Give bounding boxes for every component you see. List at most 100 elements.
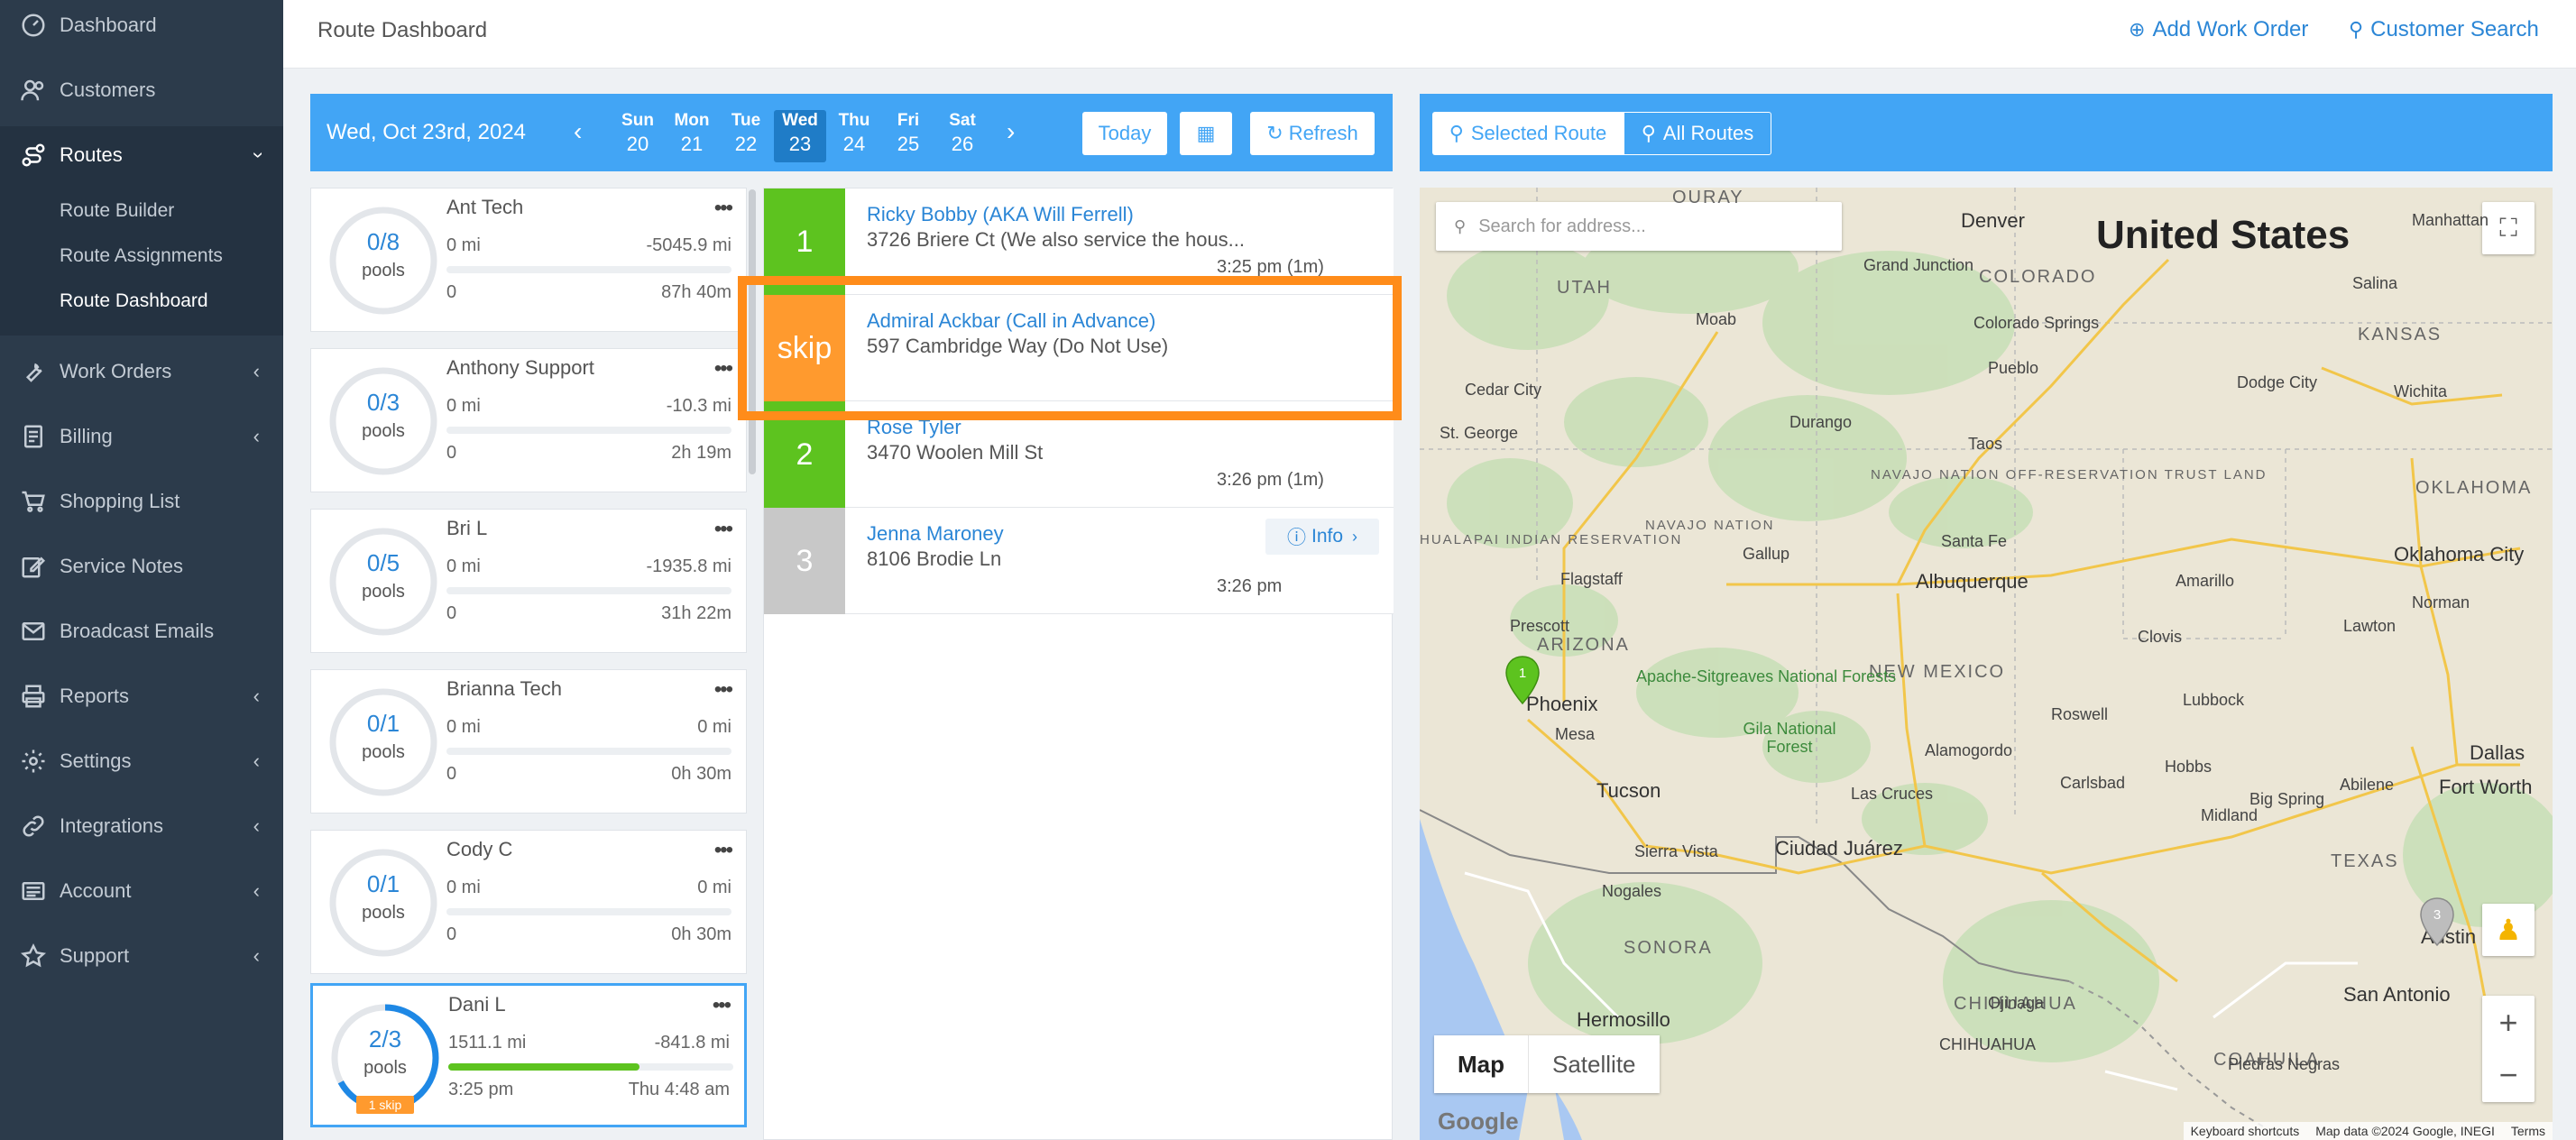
calendar-button[interactable]: ▦ (1180, 112, 1232, 155)
start-time: 0 (446, 924, 457, 944)
add-work-order-label: Add Work Order (2152, 17, 2309, 41)
map-type-map-button[interactable]: Map (1434, 1035, 1528, 1093)
today-button[interactable]: Today (1082, 112, 1167, 155)
start-time: 0 (446, 764, 457, 784)
map-label: Big Spring (2249, 790, 2325, 808)
map-label: OURAY (1672, 188, 1744, 207)
map-label: Sierra Vista (1634, 842, 1718, 860)
sidebar-item-integrations[interactable]: Integrations ‹ (0, 797, 283, 855)
sidebar-item-settings[interactable]: Settings ‹ (0, 732, 283, 790)
more-options-icon[interactable]: ••• (714, 196, 733, 221)
tab-label: All Routes (1662, 122, 1754, 144)
day-wed[interactable]: Wed 23 (774, 110, 826, 162)
tab-all-routes[interactable]: ⚲ All Routes (1624, 112, 1771, 155)
sidebar-item-support[interactable]: Support ‹ (0, 927, 283, 985)
stop-row[interactable]: 1 Ricky Bobby (AKA Will Ferrell) 3726 Br… (764, 188, 1394, 295)
customer-search-link[interactable]: ⚲ Customer Search (2349, 17, 2539, 42)
map-label: ARIZONA (1537, 635, 1630, 655)
more-options-icon[interactable]: ••• (714, 677, 733, 703)
day-tue[interactable]: Tue 22 (720, 110, 772, 162)
day-fri[interactable]: Fri 25 (882, 110, 934, 162)
day-sun[interactable]: Sun 20 (612, 110, 664, 162)
map-label: Amarillo (2176, 572, 2235, 590)
sidebar-item-broadcast-emails[interactable]: Broadcast Emails (0, 602, 283, 660)
map-search-input[interactable]: ⚲ Search for address... (1436, 202, 1842, 251)
tech-list-scrollbar[interactable] (749, 189, 756, 474)
current-date: Wed, Oct 23rd, 2024 (327, 120, 527, 144)
prev-week-arrow-icon[interactable]: ‹ (574, 117, 582, 146)
map-label: Ciudad Juárez (1775, 837, 1903, 860)
day-sat[interactable]: Sat 26 (936, 110, 989, 162)
tech-card-anthony-support[interactable]: 0/3 pools Anthony Support ••• 0 mi -10.3… (310, 348, 747, 492)
map-label: Taos (1968, 435, 2003, 453)
route-map[interactable]: ⚲ Search for address... United States ⛶ … (1420, 188, 2553, 1140)
stop-time: 3:26 pm (1217, 576, 1283, 596)
map-label: Nogales (1602, 882, 1662, 900)
tab-selected-route[interactable]: ⚲ Selected Route (1432, 112, 1624, 155)
more-options-icon[interactable]: ••• (714, 517, 733, 542)
add-work-order-link[interactable]: ⊕ Add Work Order (2129, 17, 2308, 42)
tech-card-cody-c[interactable]: 0/1 pools Cody C ••• 0 mi 0 mi 0 0h 30m (310, 830, 747, 974)
keyboard-shortcuts-link[interactable]: Keyboard shortcuts (2191, 1124, 2300, 1138)
map-pin-stop-1[interactable]: 1 (1504, 655, 1541, 705)
start-time: 3:25 pm (448, 1080, 514, 1099)
stop-row[interactable]: 2 Rose Tyler 3470 Woolen Mill St 3:26 pm… (764, 401, 1394, 508)
day-thu[interactable]: Thu 24 (828, 110, 880, 162)
sidebar-item-label: Customers (60, 78, 156, 101)
more-options-icon[interactable]: ••• (713, 993, 731, 1018)
stop-row[interactable]: 3 Jenna Maroney 8106 Brodie Ln 3:26 pm ⓘ… (764, 508, 1394, 614)
sidebar-subitem-route-assignments[interactable]: Route Assignments (60, 245, 223, 267)
map-label: Hermosillo (1577, 1008, 1670, 1031)
map-label: COLORADO (1979, 267, 2097, 287)
street-view-pegman-icon[interactable]: ♟ (2482, 904, 2535, 956)
tech-card-bri-l[interactable]: 0/5 pools Bri L ••• 0 mi -1935.8 mi 0 31… (310, 509, 747, 653)
sidebar-item-customers[interactable]: Customers (0, 61, 283, 119)
sidebar-item-reports[interactable]: Reports ‹ (0, 667, 283, 725)
chevron-left-icon: ‹ (253, 749, 260, 772)
sidebar-item-dashboard[interactable]: Dashboard (0, 0, 283, 54)
sidebar-item-routes[interactable]: Routes ‹ (0, 126, 283, 184)
duration: 87h 40m (661, 282, 731, 302)
miles: 0 mi (446, 396, 481, 416)
map-type-satellite-button[interactable]: Satellite (1528, 1035, 1660, 1093)
stop-row[interactable]: skip Admiral Ackbar (Call in Advance) 59… (764, 295, 1394, 401)
progress-bar (446, 748, 731, 755)
info-button[interactable]: ⓘ Info › (1265, 519, 1379, 555)
tech-card-brianna-tech[interactable]: 0/1 pools Brianna Tech ••• 0 mi 0 mi 0 0… (310, 669, 747, 814)
map-header: ⚲ Selected Route ⚲ All Routes (1420, 94, 2553, 171)
search-icon: ⚲ (1454, 216, 1467, 235)
tech-card-dani-l[interactable]: 2/3 pools 1 skip Dani L ••• 1511.1 mi -8… (310, 983, 747, 1127)
sidebar-subitem-route-dashboard[interactable]: Route Dashboard (60, 290, 208, 312)
fullscreen-icon[interactable]: ⛶ (2482, 202, 2535, 254)
customer-name-link[interactable]: Jenna Maroney (867, 522, 1004, 546)
zoom-out-button[interactable]: − (2498, 1049, 2517, 1101)
zoom-in-button[interactable]: + (2498, 997, 2517, 1049)
sidebar-item-shopping-list[interactable]: Shopping List (0, 473, 283, 530)
tab-label: Selected Route (1470, 122, 1607, 144)
pin-number: 1 (1519, 666, 1526, 681)
map-label: Pueblo (1988, 359, 2039, 377)
sidebar-item-label: Work Orders (60, 360, 172, 382)
day-mon[interactable]: Mon 21 (666, 110, 718, 162)
customer-name-link[interactable]: Admiral Ackbar (Call in Advance) (867, 309, 1155, 333)
sidebar-item-account[interactable]: Account ‹ (0, 862, 283, 920)
more-options-icon[interactable]: ••• (714, 838, 733, 863)
refresh-button[interactable]: ↻ Refresh (1250, 112, 1375, 155)
chevron-left-icon: ‹ (253, 685, 260, 707)
terms-link[interactable]: Terms (2511, 1124, 2545, 1138)
sidebar: Dashboard Customers Routes ‹ Route Build… (0, 0, 283, 1140)
progress-bar (446, 266, 731, 273)
map-pin-stop-3[interactable]: 3 (2419, 896, 2455, 947)
map-label: Clovis (2138, 628, 2183, 646)
chevron-left-icon: ‹ (253, 814, 260, 837)
sidebar-item-service-notes[interactable]: Service Notes (0, 538, 283, 595)
tech-card-ant-tech[interactable]: 0/8 pools Ant Tech ••• 0 mi -5045.9 mi 0… (310, 188, 747, 332)
more-options-icon[interactable]: ••• (714, 356, 733, 382)
customer-name-link[interactable]: Rose Tyler (867, 416, 961, 439)
customer-name-link[interactable]: Ricky Bobby (AKA Will Ferrell) (867, 203, 1134, 226)
next-week-arrow-icon[interactable]: › (1007, 117, 1015, 146)
sidebar-item-work-orders[interactable]: Work Orders ‹ (0, 343, 283, 400)
calendar-icon: ▦ (1196, 122, 1216, 144)
sidebar-subitem-route-builder[interactable]: Route Builder (60, 200, 174, 222)
sidebar-item-billing[interactable]: Billing ‹ (0, 408, 283, 465)
